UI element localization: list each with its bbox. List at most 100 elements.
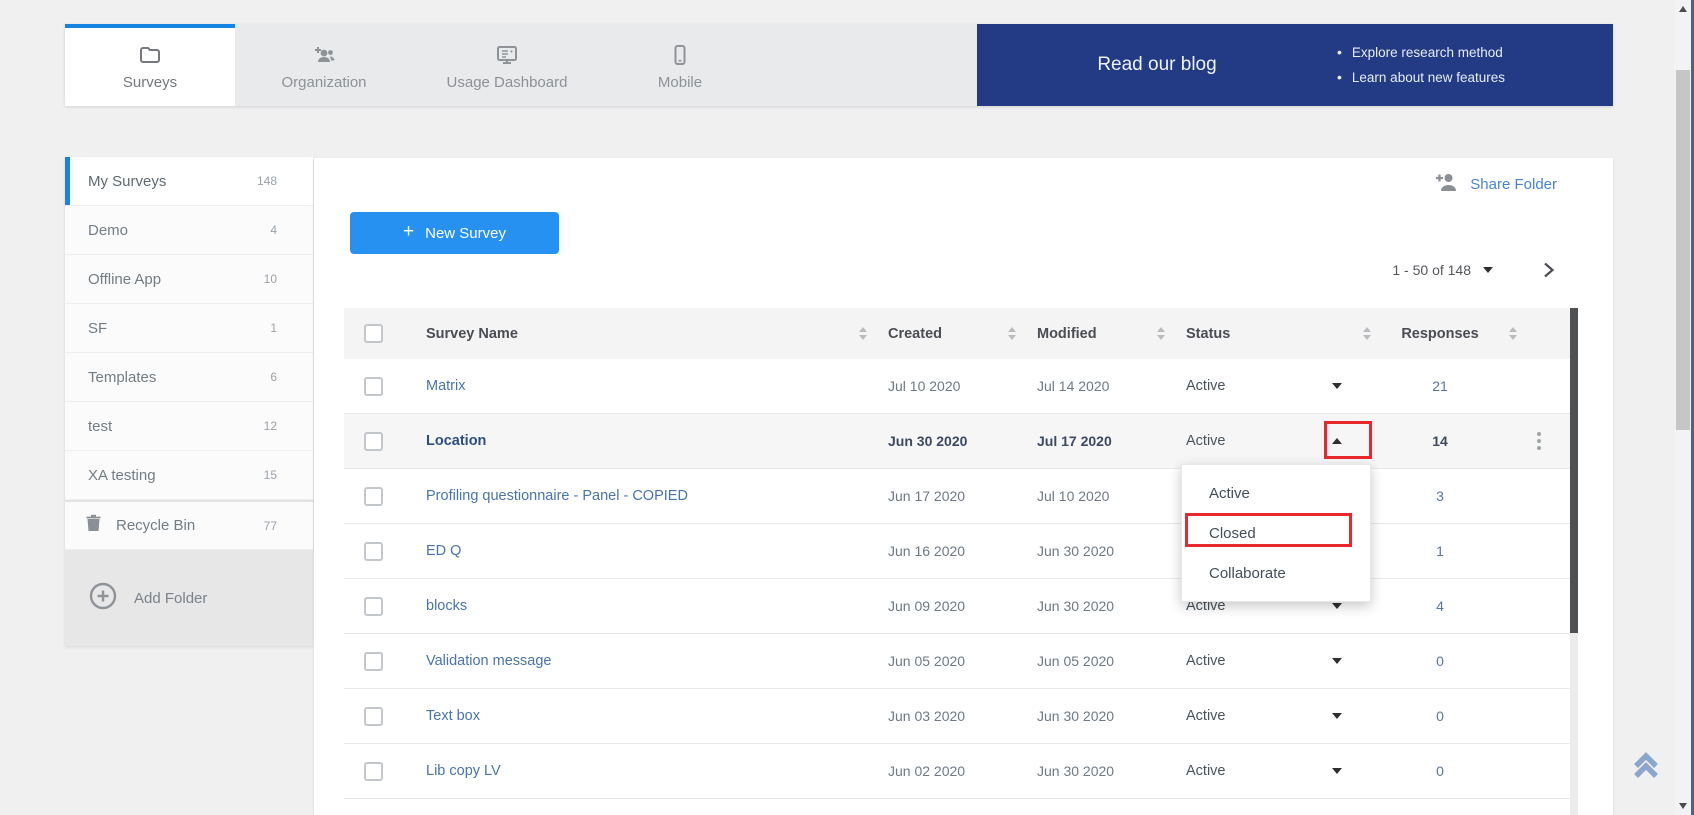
add-folder-label: Add Folder (134, 590, 207, 607)
row-checkbox[interactable] (364, 487, 383, 506)
survey-name-link[interactable]: Location (404, 433, 850, 449)
sort-icon[interactable] (1509, 327, 1517, 340)
new-survey-button[interactable]: + New Survey (350, 212, 559, 254)
sidebar-item-my-surveys[interactable]: My Surveys 148 (65, 157, 313, 206)
status-caret-icon[interactable] (1332, 658, 1342, 664)
status-caret-open-icon[interactable] (1332, 438, 1342, 444)
sort-icon[interactable] (859, 327, 867, 340)
sidebar-item-templates[interactable]: Templates 6 (65, 353, 313, 402)
modified-date: Jul 14 2020 (1025, 378, 1148, 394)
folder-count: 6 (270, 370, 277, 384)
row-checkbox[interactable] (364, 707, 383, 726)
sidebar-item-recycle-bin[interactable]: Recycle Bin 77 (65, 500, 313, 550)
survey-name-link[interactable]: Text box (404, 708, 850, 724)
sidebar-item-offline-app[interactable]: Offline App 10 (65, 255, 313, 304)
status-option-active[interactable]: Active (1182, 473, 1370, 513)
survey-name-link[interactable]: ED Q (404, 543, 850, 559)
table-row: blocks Jun 09 2020 Jun 30 2020 Active 4 (344, 579, 1570, 634)
pagination-range: 1 - 50 of 148 (1392, 262, 1471, 278)
surveys-table: Survey Name Created Modified Status Resp… (344, 308, 1570, 813)
partial-row (344, 799, 1570, 813)
sidebar-item-xa-testing[interactable]: XA testing 15 (65, 451, 313, 500)
table-row: Validation message Jun 05 2020 Jun 05 20… (344, 634, 1570, 689)
table-row: Matrix Jul 10 2020 Jul 14 2020 Active 21 (344, 359, 1570, 414)
folder-count: 1 (270, 321, 277, 335)
folder-label: Offline App (88, 271, 161, 288)
column-responses[interactable]: Responses (1380, 326, 1500, 342)
double-chevron-up-icon (1627, 747, 1665, 785)
status-caret-icon[interactable] (1332, 603, 1342, 609)
survey-name-link[interactable]: Lib copy LV (404, 763, 850, 779)
next-page-button[interactable] (1539, 261, 1557, 279)
sidebar-item-test[interactable]: test 12 (65, 402, 313, 451)
table-row-selected: Location Jun 30 2020 Jul 17 2020 Active … (344, 414, 1570, 469)
status-value: Active (1186, 378, 1226, 394)
row-checkbox[interactable] (364, 542, 383, 561)
responses-count: 0 (1380, 653, 1500, 669)
scrollbar-up-arrow[interactable] (1679, 6, 1687, 12)
row-checkbox[interactable] (364, 432, 383, 451)
sidebar-item-sf[interactable]: SF 1 (65, 304, 313, 353)
modified-date: Jul 10 2020 (1025, 488, 1148, 504)
tab-mobile[interactable]: Mobile (601, 24, 759, 106)
modified-date: Jun 30 2020 (1025, 708, 1148, 724)
status-caret-icon[interactable] (1332, 383, 1342, 389)
tab-label: Organization (281, 74, 366, 91)
column-modified[interactable]: Modified (1025, 326, 1148, 342)
row-checkbox[interactable] (364, 597, 383, 616)
status-option-collaborate[interactable]: Collaborate (1182, 553, 1370, 593)
scrollbar-down-arrow[interactable] (1679, 803, 1687, 809)
status-caret-icon[interactable] (1332, 713, 1342, 719)
share-folder-button[interactable]: Share Folder (1434, 172, 1557, 197)
add-folder-button[interactable]: Add Folder (65, 550, 313, 646)
tab-surveys[interactable]: Surveys (65, 24, 235, 106)
folder-count: 12 (264, 419, 277, 433)
row-menu-kebab-icon[interactable] (1537, 432, 1559, 450)
table-row: Profiling questionnaire - Panel - COPIED… (344, 469, 1570, 524)
responses-count: 14 (1380, 433, 1500, 449)
tab-organization[interactable]: Organization (235, 24, 413, 106)
table-scrollbar[interactable] (1570, 308, 1578, 815)
created-date: Jun 05 2020 (876, 653, 999, 669)
survey-name-link[interactable]: blocks (404, 598, 850, 614)
folder-count: 10 (264, 272, 277, 286)
tab-usage-dashboard[interactable]: Usage Dashboard (413, 24, 601, 106)
column-survey-name[interactable]: Survey Name (404, 326, 850, 342)
blog-banner[interactable]: Read our blog Explore research method Le… (977, 24, 1613, 106)
page-scrollbar-thumb[interactable] (1676, 70, 1690, 430)
back-to-top-button[interactable] (1627, 747, 1665, 785)
table-row: Lib copy LV Jun 02 2020 Jun 30 2020 Acti… (344, 744, 1570, 799)
plus-icon: + (403, 221, 414, 243)
status-caret-icon[interactable] (1332, 768, 1342, 774)
status-value: Active (1186, 708, 1226, 724)
row-checkbox[interactable] (364, 377, 383, 396)
banner-bullet-list: Explore research method Learn about new … (1337, 40, 1607, 90)
survey-name-link[interactable]: Validation message (404, 653, 850, 669)
row-checkbox[interactable] (364, 652, 383, 671)
folder-label: My Surveys (88, 173, 166, 190)
mobile-icon (668, 43, 692, 67)
banner-title[interactable]: Read our blog (977, 54, 1337, 76)
table-scrollbar-thumb[interactable] (1570, 308, 1578, 633)
column-status[interactable]: Status (1174, 326, 1354, 342)
page-scrollbar[interactable] (1675, 0, 1691, 815)
modified-date: Jun 30 2020 (1025, 543, 1148, 559)
column-created[interactable]: Created (876, 326, 999, 342)
folder-label: test (88, 418, 112, 435)
survey-name-link[interactable]: Matrix (404, 378, 850, 394)
select-all-checkbox[interactable] (364, 324, 383, 343)
sort-icon[interactable] (1363, 327, 1371, 340)
table-row: Text box Jun 03 2020 Jun 30 2020 Active … (344, 689, 1570, 744)
table-header: Survey Name Created Modified Status Resp… (344, 308, 1570, 359)
responses-count: 4 (1380, 598, 1500, 614)
status-option-closed[interactable]: Closed (1182, 513, 1370, 553)
sort-icon[interactable] (1157, 327, 1165, 340)
pagination-caret-icon[interactable] (1483, 267, 1493, 273)
table-row: ED Q Jun 16 2020 Jun 30 2020 Active 1 (344, 524, 1570, 579)
folder-count: 15 (264, 468, 277, 482)
sidebar-item-demo[interactable]: Demo 4 (65, 206, 313, 255)
sort-icon[interactable] (1008, 327, 1016, 340)
survey-name-link[interactable]: Profiling questionnaire - Panel - COPIED (404, 488, 850, 504)
folder-label: XA testing (88, 467, 156, 484)
row-checkbox[interactable] (364, 762, 383, 781)
